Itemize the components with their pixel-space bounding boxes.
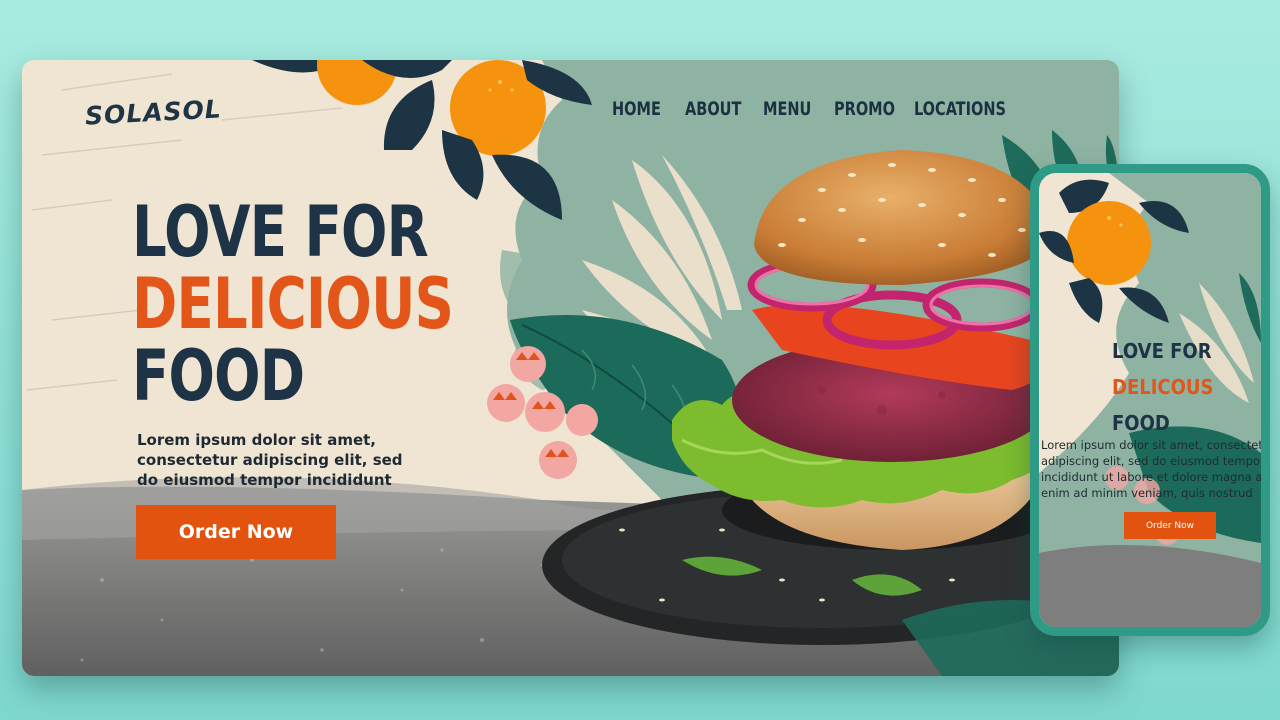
nav-about[interactable]: ABOUT: [685, 98, 751, 120]
main-nav: HOME ABOUT MENU PROMO LOCATIONS: [612, 98, 1006, 120]
mobile-description-line: enim ad minim veniam, quis nostrud: [1041, 486, 1253, 500]
mobile-description: Lorem ipsum dolor sit amet, consectetur …: [1041, 437, 1269, 501]
mobile-description-line: incididunt ut labore et dolore magna ali…: [1041, 470, 1269, 484]
mobile-description-line: adipiscing elit, sed do eiusmod tempor: [1041, 454, 1265, 468]
hero-headline: LOVE FOR DELICIOUS FOOD: [132, 191, 454, 417]
mobile-mockup: LOVE FOR DELICOUS FOOD Lorem ipsum dolor…: [1030, 164, 1270, 636]
order-now-button[interactable]: Order Now: [136, 505, 336, 559]
nav-home[interactable]: HOME: [612, 98, 674, 120]
mobile-headline-line-2: DELICOUS: [1112, 375, 1214, 399]
nav-locations[interactable]: LOCATIONS: [914, 98, 1006, 120]
desktop-mockup: SOLASOL HOME ABOUT MENU PROMO LOCATIONS …: [22, 60, 1119, 676]
description-line: consectetur adipiscing elit, sed: [137, 451, 403, 469]
mobile-order-now-button[interactable]: Order Now: [1124, 512, 1216, 539]
description-line: Lorem ipsum dolor sit amet,: [137, 431, 376, 449]
headline-line-2: DELICIOUS: [132, 263, 454, 345]
mobile-headline-line-3: FOOD: [1112, 411, 1170, 435]
nav-menu[interactable]: MENU: [763, 98, 823, 120]
description-line: do eiusmod tempor incididunt: [137, 471, 392, 489]
hero-description: Lorem ipsum dolor sit amet, consectetur …: [137, 430, 437, 490]
headline-line-3: FOOD: [132, 335, 305, 417]
nav-promo[interactable]: PROMO: [834, 98, 902, 120]
mobile-headline-line-1: LOVE FOR: [1112, 339, 1212, 363]
headline-line-1: LOVE FOR: [132, 191, 429, 273]
mobile-description-line: Lorem ipsum dolor sit amet, consectetur: [1041, 438, 1269, 452]
mobile-headline: LOVE FOR DELICOUS FOOD: [1112, 333, 1214, 441]
